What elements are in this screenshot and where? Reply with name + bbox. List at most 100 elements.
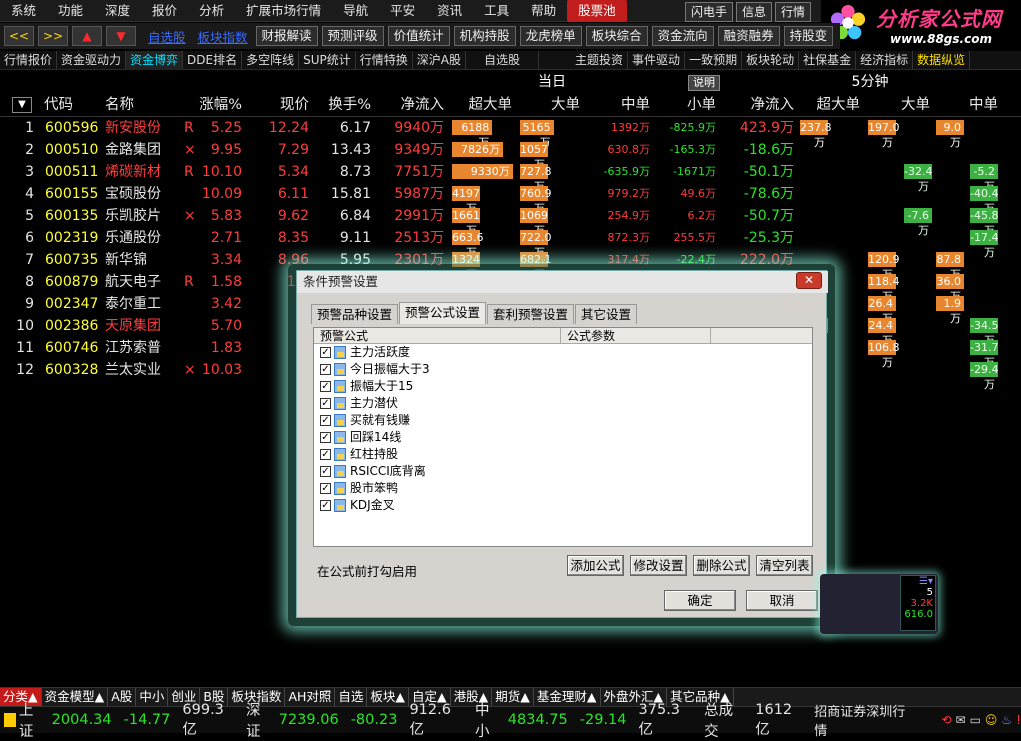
formula-item[interactable]: ✓ 股市笨鸭	[314, 480, 812, 497]
market-button[interactable]: 行情	[774, 2, 811, 22]
col-price[interactable]: 现价	[250, 94, 309, 116]
menu-nav[interactable]: 导航	[332, 0, 379, 22]
cancel-button[interactable]: 取消	[746, 590, 818, 611]
menu-tools[interactable]: 工具	[473, 0, 520, 22]
menu-news[interactable]: 资讯	[426, 0, 473, 22]
formula-item[interactable]: ✓ 主力潜伏	[314, 395, 812, 412]
formula-checkbox[interactable]: ✓	[320, 449, 331, 460]
formula-checkbox[interactable]: ✓	[320, 364, 331, 375]
tab-quotes[interactable]: 行情报价	[0, 50, 58, 70]
tab-alert-formulas[interactable]: 预警公式设置	[399, 302, 487, 324]
refresh-icon[interactable]: ⟲	[941, 713, 951, 727]
btab-sector[interactable]: 板块▲	[367, 688, 410, 706]
table-row[interactable]: 4 600155 宝硕股份 10.09 6.11 15.81 5987万 4197万 760.9…	[0, 183, 1021, 215]
holding-change-button[interactable]: 持股变	[783, 26, 834, 46]
btab-sme[interactable]: 中小	[136, 688, 169, 706]
message-icon[interactable]: ▭	[970, 713, 981, 727]
add-formula-button[interactable]: 添加公式	[567, 555, 624, 576]
tab-sup-stats[interactable]: SUP统计	[299, 50, 356, 70]
col-xl-order-5m[interactable]: 超大单	[800, 94, 861, 116]
table-row[interactable]: 3 000511 烯碳新材 R 10.10 5.34 8.73 7751万 9330万 727.8…	[0, 161, 1021, 193]
dragon-tiger-button[interactable]: 龙虎榜单	[519, 26, 582, 46]
col-m-order[interactable]: 中单	[590, 94, 650, 116]
tab-dde-rank[interactable]: DDE排名	[183, 50, 243, 70]
smile-icon[interactable]: ☺	[985, 713, 998, 727]
formula-checkbox[interactable]: ✓	[320, 381, 331, 392]
tab-quote-switch[interactable]: 行情特换	[356, 50, 413, 70]
formula-checkbox[interactable]: ✓	[320, 398, 331, 409]
sector-overview-button[interactable]: 板块综合	[585, 26, 648, 46]
forecast-rating-button[interactable]: 预测评级	[321, 26, 384, 46]
btab-watchlist[interactable]: 自选	[335, 688, 368, 706]
menu-function[interactable]: 功能	[47, 0, 94, 22]
table-row[interactable]: 2000510金路集团×9.957.2913.439349万7826万1057万…	[0, 139, 1021, 171]
sort-dropdown-icon[interactable]: ▼	[12, 97, 32, 113]
formula-item[interactable]: ✓ 红柱持股	[314, 446, 812, 463]
btab-capital-model[interactable]: 资金模型▲	[42, 688, 109, 706]
menu-quote[interactable]: 报价	[141, 0, 188, 22]
formula-checkbox[interactable]: ✓	[320, 466, 331, 477]
formula-item[interactable]: ✓ 今日振幅大于3	[314, 361, 812, 378]
tab-data-overview[interactable]: 数据纵览	[913, 50, 971, 70]
col-xl-order[interactable]: 超大单	[452, 94, 513, 116]
col-name[interactable]: 名称	[105, 94, 165, 116]
formula-checkbox[interactable]: ✓	[320, 415, 331, 426]
col-m-order-5m[interactable]: 中单	[938, 94, 998, 116]
tab-sector-rotation[interactable]: 板块轮动	[742, 50, 800, 70]
formula-item[interactable]: ✓ RSICCI底背离	[314, 463, 812, 480]
modify-settings-button[interactable]: 修改设置	[630, 555, 687, 576]
formula-list[interactable]: 预警公式 公式参数 ✓ 主力活跃度 ✓ 今日振幅大于3 ✓ 振幅大于15 ✓ 主力潜伏 ✓ 买就有…	[313, 327, 813, 547]
formula-item[interactable]: ✓ 买就有钱赚	[314, 412, 812, 429]
ok-button[interactable]: 确定	[664, 590, 736, 611]
col-net-inflow[interactable]: 净流入	[380, 94, 445, 116]
col-l-order[interactable]: 大单	[520, 94, 580, 116]
tab-alert-varieties[interactable]: 预警品种设置	[311, 304, 399, 324]
delete-formula-button[interactable]: 删除公式	[693, 555, 750, 576]
menu-help[interactable]: 帮助	[520, 0, 567, 22]
tab-economic[interactable]: 经济指标	[856, 50, 914, 70]
btab-ah[interactable]: AH对照	[285, 688, 336, 706]
financial-report-button[interactable]: 财报解读	[255, 26, 318, 46]
table-row[interactable]: 1600596新安股份R5.2512.246.179940万6188万5165万…	[0, 117, 1021, 149]
sector-index-link[interactable]: 板块指数	[198, 27, 248, 46]
watchlist-link[interactable]: 自选股	[148, 27, 186, 46]
tab-long-short[interactable]: 多空阵线	[242, 50, 300, 70]
formula-item[interactable]: ✓ 主力活跃度	[314, 344, 812, 361]
value-stats-button[interactable]: 价值统计	[387, 26, 450, 46]
formula-checkbox[interactable]: ✓	[320, 432, 331, 443]
tab-other-settings[interactable]: 其它设置	[575, 304, 638, 324]
menu-analysis[interactable]: 分析	[188, 0, 235, 22]
signal-icon[interactable]: ♨	[1001, 713, 1012, 727]
prev-page-button[interactable]: <<	[4, 26, 34, 46]
col-param[interactable]: 公式参数	[560, 328, 710, 344]
menu-ext-market[interactable]: 扩展市场行情	[235, 0, 332, 22]
up-button[interactable]: ▲	[72, 26, 102, 46]
tab-sh-sz-a[interactable]: 深沪A股	[413, 50, 467, 70]
margin-trading-button[interactable]: 融资融券	[717, 26, 780, 46]
formula-checkbox[interactable]: ✓	[320, 500, 331, 511]
col-formula[interactable]: 预警公式	[320, 328, 368, 344]
formula-item[interactable]: ✓ 回踩14线	[314, 429, 812, 446]
col-code[interactable]: 代码	[44, 94, 84, 116]
menu-stock-pool[interactable]: 股票池	[567, 0, 627, 22]
btab-a-share[interactable]: A股	[108, 688, 137, 706]
close-icon[interactable]: ✕	[796, 272, 822, 289]
col-turnover[interactable]: 换手%	[315, 94, 371, 116]
tab-event[interactable]: 事件驱动	[628, 50, 686, 70]
next-page-button[interactable]: >>	[38, 26, 68, 46]
info-button[interactable]: 信息	[735, 2, 772, 22]
down-button[interactable]: ▼	[106, 26, 136, 46]
flash-trade-button[interactable]: 闪电手	[684, 2, 733, 22]
menu-depth[interactable]: 深度	[94, 0, 141, 22]
col-net-inflow-5m[interactable]: 净流入	[730, 94, 795, 116]
mail-icon[interactable]: ✉	[956, 713, 966, 727]
formula-checkbox[interactable]: ✓	[320, 347, 331, 358]
formula-item[interactable]: ✓ KDJ金叉	[314, 497, 812, 514]
table-row[interactable]: 6 002319 乐通股份 2.71 8.35 9.11 2513万 663.6万 722.0万…	[0, 227, 1021, 259]
table-row[interactable]: 5600135乐凯胶片×5.839.626.842991万1661万1069万2…	[0, 205, 1021, 237]
tab-theme[interactable]: 主题投资	[571, 50, 629, 70]
col-l-order-5m[interactable]: 大单	[868, 94, 930, 116]
tab-capital-driver[interactable]: 资金驱动力	[57, 50, 127, 70]
tab-social-fund[interactable]: 社保基金	[799, 50, 857, 70]
menu-pingan[interactable]: 平安	[379, 0, 426, 22]
